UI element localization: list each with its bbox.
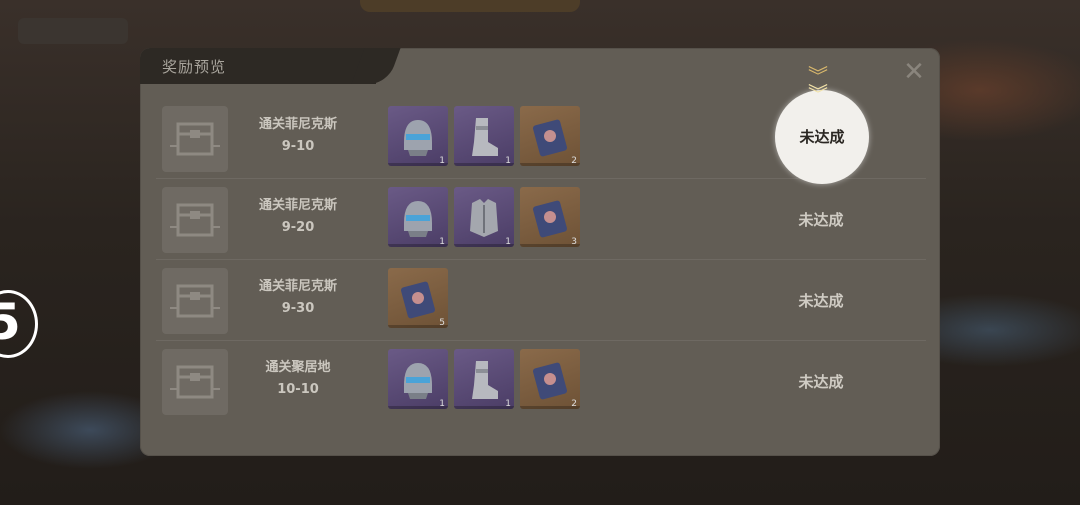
- stage-level: 9-10: [281, 139, 315, 154]
- reward-item[interactable]: 2: [520, 349, 580, 409]
- background-top-bar: [360, 0, 580, 12]
- helmet-icon: [404, 120, 432, 156]
- stage-label: 通关菲尼克斯 9-30: [248, 276, 348, 320]
- stage-level: 9-30: [281, 301, 315, 316]
- chest-icon: [162, 349, 228, 415]
- item-count: 1: [439, 237, 445, 247]
- stage-name: 通关菲尼克斯: [258, 198, 337, 213]
- reward-item[interactable]: 1: [454, 349, 514, 409]
- close-icon[interactable]: ✕: [900, 58, 928, 86]
- reward-item[interactable]: 3: [520, 187, 580, 247]
- reward-item[interactable]: 1: [388, 187, 448, 247]
- row-divider: [156, 340, 926, 341]
- stage-level: 9-20: [281, 220, 315, 235]
- chest-icon: [162, 187, 228, 253]
- stage-name: 通关聚居地: [265, 360, 331, 375]
- stage-name: 通关菲尼克斯: [258, 117, 337, 132]
- card-icon: [533, 362, 567, 400]
- item-count: 5: [439, 318, 445, 328]
- boots-icon: [472, 361, 498, 399]
- background-left-chip: [18, 18, 128, 44]
- modal-title: 奖励预览: [162, 58, 227, 76]
- reward-item[interactable]: 1: [454, 187, 514, 247]
- item-count: 1: [439, 156, 445, 166]
- stage-level: 10-10: [277, 382, 319, 397]
- helmet-icon: [404, 363, 432, 399]
- card-icon: [401, 281, 435, 319]
- item-count: 2: [571, 156, 577, 166]
- card-icon: [533, 119, 567, 157]
- row-divider: [156, 259, 926, 260]
- stage-name: 通关菲尼克斯: [258, 279, 337, 294]
- boots-icon: [472, 118, 498, 156]
- chevron-down-icon: ︾: [808, 82, 828, 106]
- item-count: 3: [571, 237, 577, 247]
- background-level-number: 5: [0, 293, 21, 351]
- stage-label: 通关菲尼克斯 9-10: [248, 114, 348, 158]
- chevron-down-icon: ︾: [808, 64, 828, 88]
- reward-item[interactable]: 1: [388, 349, 448, 409]
- reward-row: 通关菲尼克斯 9-20 1 1 3 未达成: [156, 181, 926, 259]
- chest-icon: [162, 106, 228, 172]
- status-label: 未达成: [798, 211, 844, 229]
- helmet-icon: [404, 201, 432, 237]
- armor-icon: [470, 199, 498, 237]
- status-label: 未达成: [798, 292, 844, 310]
- item-count: 1: [505, 156, 511, 166]
- status-label: 未达成: [798, 373, 844, 391]
- reward-item[interactable]: 1: [454, 106, 514, 166]
- item-count: 1: [439, 399, 445, 409]
- highlight-status-label: 未达成: [799, 128, 845, 146]
- item-count: 2: [571, 399, 577, 409]
- item-count: 1: [505, 237, 511, 247]
- stage-label: 通关聚居地 10-10: [248, 357, 348, 401]
- reward-row: 通关菲尼克斯 9-30 5 未达成: [156, 262, 926, 340]
- item-count: 1: [505, 399, 511, 409]
- stage-label: 通关菲尼克斯 9-20: [248, 195, 348, 239]
- reward-item[interactable]: 2: [520, 106, 580, 166]
- reward-item[interactable]: 5: [388, 268, 448, 328]
- reward-item[interactable]: 1: [388, 106, 448, 166]
- chest-icon: [162, 268, 228, 334]
- card-icon: [533, 200, 567, 238]
- reward-row: 通关聚居地 10-10 1 1 2 未达成: [156, 343, 926, 421]
